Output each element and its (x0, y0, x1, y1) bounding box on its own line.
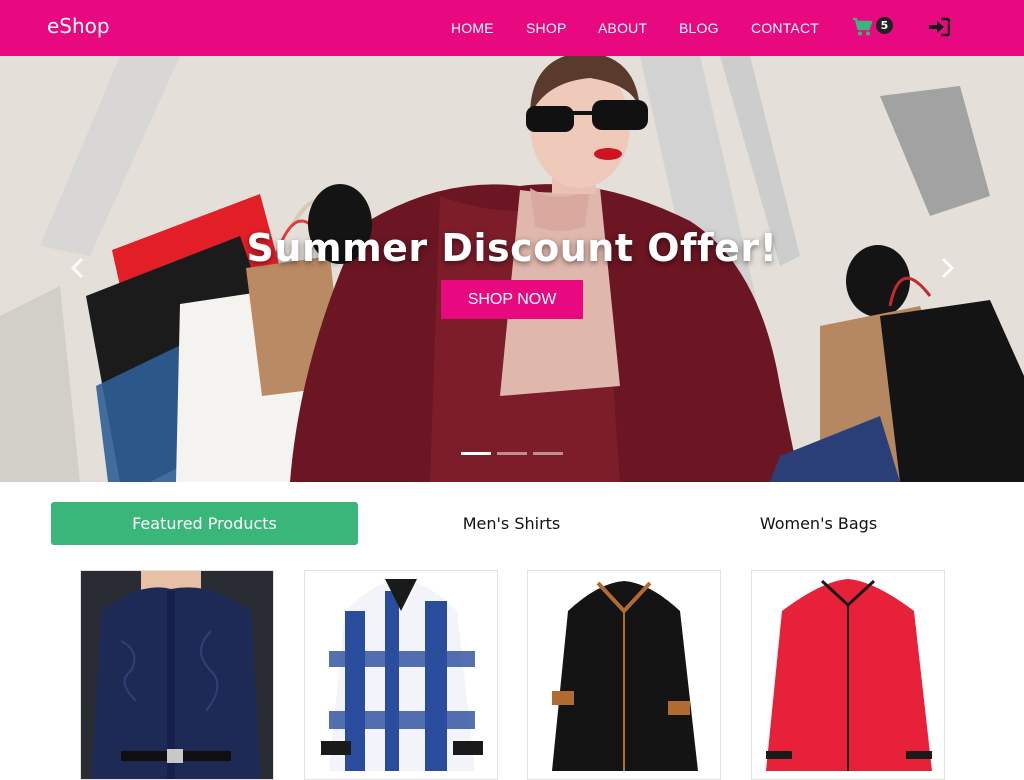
cart-count-badge: 5 (876, 17, 893, 34)
nav-home[interactable]: HOME (451, 20, 494, 36)
nav-blog[interactable]: BLOG (679, 20, 719, 36)
brand-logo[interactable]: eShop (47, 14, 110, 38)
product-card-black-shirt[interactable] (527, 570, 721, 780)
chevron-right-icon (941, 257, 955, 279)
carousel-indicator-1[interactable] (461, 452, 491, 455)
nav-about[interactable]: ABOUT (598, 20, 647, 36)
hero-carousel: Summer Discount Offer! SHOP NOW (0, 56, 1024, 482)
product-image (81, 571, 273, 779)
tab-mens-shirts[interactable]: Men's Shirts (358, 502, 665, 545)
product-grid (0, 570, 1024, 780)
product-tabs: Featured Products Men's Shirts Women's B… (51, 502, 972, 545)
product-image (752, 571, 944, 779)
cart-button[interactable]: 5 (852, 16, 896, 40)
shopping-cart-icon (853, 17, 873, 36)
carousel-indicators (461, 452, 563, 455)
carousel-prev-button[interactable] (66, 256, 90, 280)
login-button[interactable] (928, 17, 951, 37)
nav-contact[interactable]: CONTACT (751, 20, 819, 36)
nav-shop[interactable]: SHOP (526, 20, 566, 36)
product-card-red-shirt[interactable] (751, 570, 945, 780)
product-card-navy-shirt[interactable] (80, 570, 274, 780)
hero-title: Summer Discount Offer! (246, 226, 778, 270)
carousel-indicator-3[interactable] (533, 452, 563, 455)
chevron-left-icon (70, 257, 84, 279)
product-image (528, 571, 720, 779)
sign-in-icon (929, 17, 951, 37)
product-card-plaid-shirt[interactable] (304, 570, 498, 780)
shop-now-button[interactable]: SHOP NOW (441, 280, 583, 319)
tab-womens-bags[interactable]: Women's Bags (665, 502, 972, 545)
tab-featured-products[interactable]: Featured Products (51, 502, 358, 545)
carousel-next-button[interactable] (935, 256, 959, 280)
navbar: eShop HOME SHOP ABOUT BLOG CONTACT 5 (0, 0, 1024, 56)
product-image (305, 571, 497, 779)
carousel-indicator-2[interactable] (497, 452, 527, 455)
